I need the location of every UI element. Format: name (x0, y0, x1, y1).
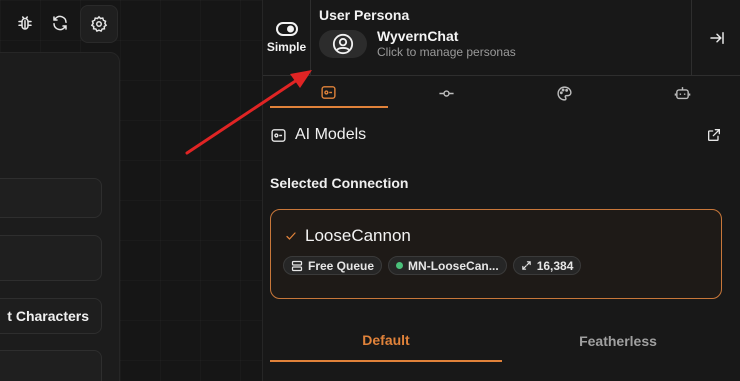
left-input-1[interactable] (0, 178, 102, 218)
bug-icon[interactable] (14, 12, 36, 34)
queue-badge: Free Queue (283, 256, 383, 275)
simple-label: Simple (266, 40, 307, 54)
model-id-label: MN-LooseCan... (408, 258, 499, 273)
settings-button[interactable] (80, 5, 118, 43)
selected-connection-label: Selected Connection (270, 175, 409, 191)
panel-tabs (270, 78, 740, 108)
right-panel: Simple User Persona WyvernChat Click to … (262, 0, 740, 381)
persona-title: User Persona (319, 7, 410, 23)
model-id-badge: MN-LooseCan... (388, 256, 507, 275)
server-icon (291, 260, 303, 272)
section-title: AI Models (295, 126, 367, 143)
palette-icon (556, 85, 573, 102)
queue-label: Free Queue (308, 258, 375, 273)
section-title-group: AI Models (270, 126, 366, 144)
model-name-row: LooseCannon (285, 226, 411, 246)
gear-icon (90, 15, 108, 33)
persona-selector[interactable]: WyvernChat Click to manage personas (319, 28, 516, 60)
context-label: 16,384 (536, 258, 574, 273)
tab-featherless[interactable]: Featherless (502, 320, 734, 362)
persona-name: WyvernChat (377, 28, 459, 44)
model-name: LooseCannon (305, 226, 411, 245)
persona-bar: Simple User Persona WyvernChat Click to … (263, 0, 740, 76)
section-header: AI Models (270, 126, 722, 144)
tab-bot[interactable] (623, 78, 740, 108)
provider-tabs: Default Featherless (270, 320, 734, 362)
collapse-button[interactable] (691, 0, 740, 76)
tab-connection[interactable] (388, 78, 506, 108)
toggle-icon (275, 22, 298, 36)
simple-mode-toggle[interactable]: Simple (263, 0, 311, 76)
context-badge: 16,384 (512, 256, 582, 275)
refresh-icon[interactable] (49, 12, 71, 34)
characters-button[interactable]: t Characters (0, 298, 102, 334)
selected-model-card[interactable]: LooseCannon Free Queue MN-LooseCan... 16… (270, 209, 722, 299)
models-icon (320, 84, 337, 101)
tab-models[interactable] (270, 78, 388, 108)
bot-icon (674, 85, 691, 102)
tab-appearance[interactable] (506, 78, 624, 108)
check-icon (285, 230, 297, 242)
left-input-2[interactable] (0, 235, 102, 281)
expand-icon (521, 260, 532, 271)
external-link-icon[interactable] (706, 127, 722, 143)
connection-icon (438, 85, 455, 102)
avatar (319, 30, 367, 58)
models-icon (270, 127, 287, 144)
left-panel: t Characters (0, 0, 262, 381)
left-input-3[interactable] (0, 350, 102, 381)
arrow-right-to-line-icon (708, 29, 726, 47)
status-dot (396, 262, 404, 269)
model-chips: Free Queue MN-LooseCan... 16,384 (283, 256, 582, 275)
tab-default[interactable]: Default (270, 320, 502, 362)
persona-subtitle: Click to manage personas (377, 45, 516, 59)
